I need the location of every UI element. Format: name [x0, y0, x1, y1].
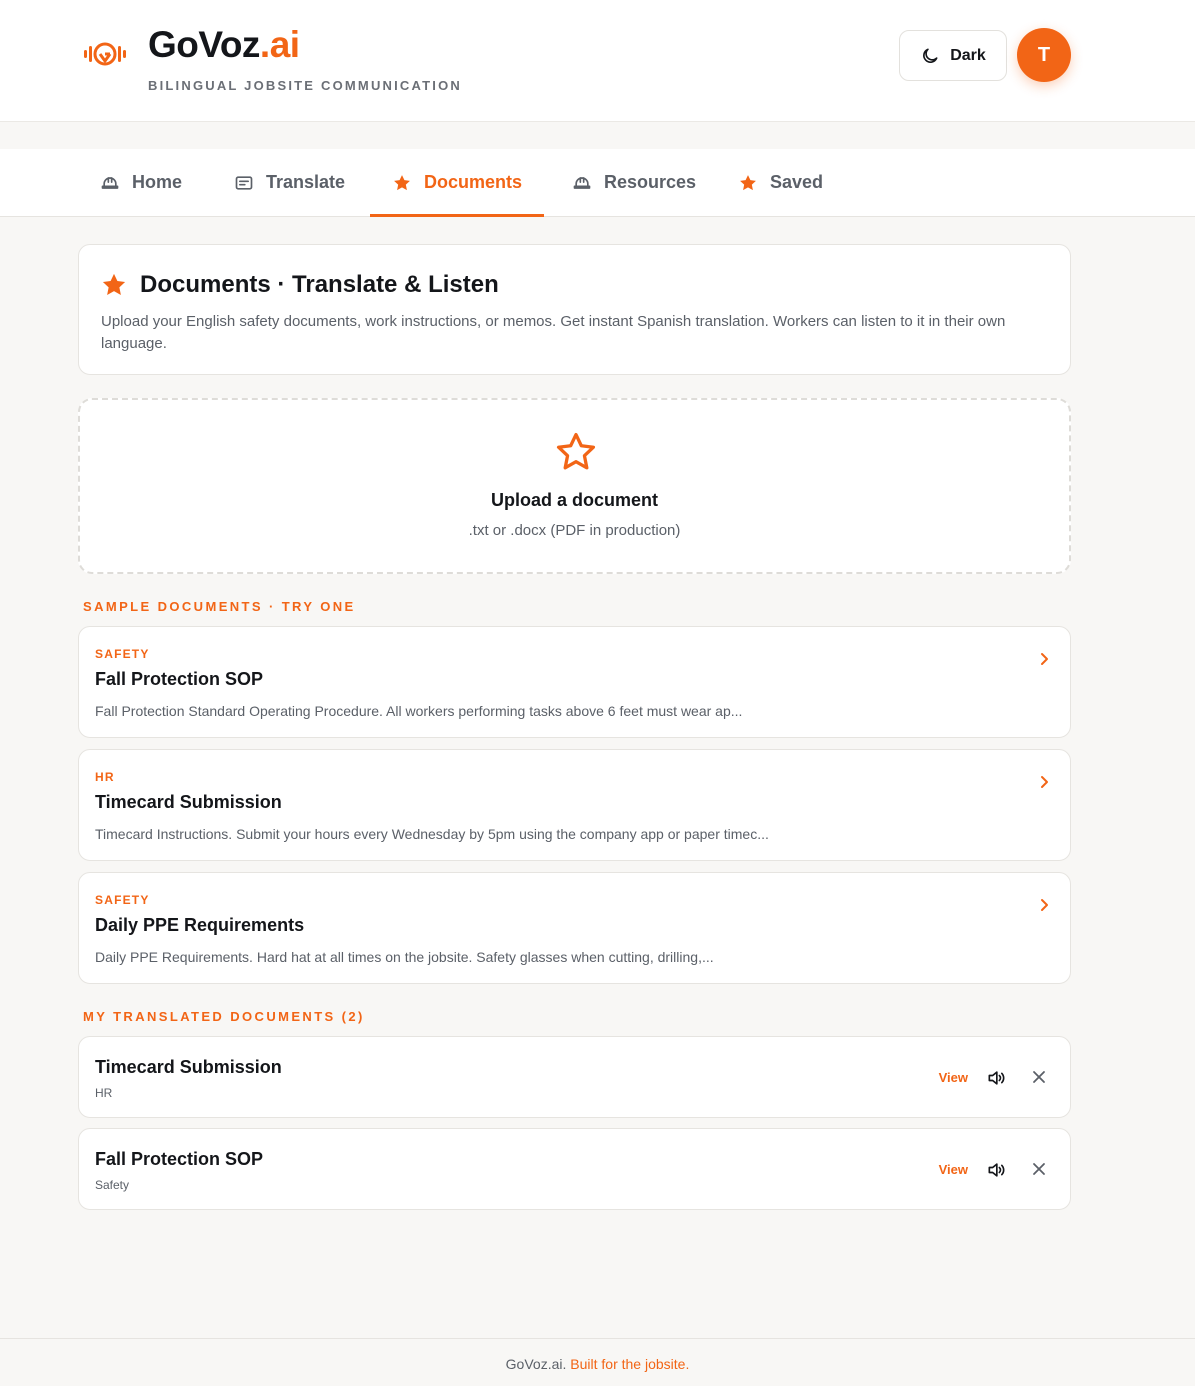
star-outline-icon [556, 432, 596, 470]
my-documents-label: MY TRANSLATED DOCUMENTS (2) [83, 1009, 365, 1024]
brand-suffix: .ai [259, 24, 300, 65]
tab-home-label: Home [132, 172, 183, 192]
tab-translate[interactable]: Translate [234, 149, 345, 216]
sample-excerpt: Fall Protection Standard Operating Proce… [95, 703, 743, 719]
speaker-icon[interactable] [986, 1068, 1006, 1088]
translated-category: Safety [95, 1178, 130, 1192]
chevron-right-icon [1041, 653, 1048, 665]
translated-category: HR [95, 1086, 113, 1100]
sample-document-item[interactable]: HR Timecard Submission Timecard Instruct… [78, 749, 1071, 861]
brand-wordmark: GoVoz.ai [148, 24, 300, 66]
sample-title: Daily PPE Requirements [95, 915, 305, 935]
footer: GoVoz.ai. Built for the jobsite. [0, 1338, 1195, 1386]
close-icon[interactable] [1031, 1161, 1047, 1177]
hardhat-icon [101, 176, 119, 189]
tab-saved[interactable]: Saved [738, 149, 823, 216]
tab-home[interactable]: Home [100, 149, 182, 216]
tab-resources[interactable]: Resources [572, 149, 696, 216]
page-title: Documents · Translate & Listen [100, 271, 499, 299]
tab-documents-label: Documents [424, 172, 523, 192]
moon-icon [923, 48, 938, 63]
dark-mode-label: Dark [950, 46, 986, 64]
sample-title: Timecard Submission [95, 792, 282, 812]
upload-subtitle: .txt or .docx (PDF in production) [468, 522, 681, 539]
sample-documents-label: SAMPLE DOCUMENTS · TRY ONE [83, 599, 356, 614]
footer-brand: GoVoz.ai. [505, 1356, 567, 1372]
tab-documents[interactable]: Documents [369, 149, 545, 217]
sample-category: SAFETY [95, 893, 150, 907]
star-icon [740, 174, 756, 190]
hardhat-icon [573, 176, 591, 189]
sample-document-item[interactable]: SAFETY Daily PPE Requirements Daily PPE … [78, 872, 1071, 984]
document-icon [235, 175, 253, 190]
dark-mode-toggle[interactable]: Dark [899, 30, 1007, 81]
upload-dropzone[interactable]: Upload a document .txt or .docx (PDF in … [78, 398, 1071, 574]
documents-intro-card: Documents · Translate & Listen Upload yo… [78, 244, 1071, 375]
view-button[interactable]: View [939, 1162, 968, 1177]
sample-category: SAFETY [95, 647, 150, 661]
app-header: GoVoz.ai BILINGUAL JOBSITE COMMUNICATION… [0, 0, 1195, 122]
page-description: Upload your English safety documents, wo… [101, 313, 1006, 352]
sample-document-item[interactable]: SAFETY Fall Protection SOP Fall Protecti… [78, 626, 1071, 738]
main-nav: Home Translate Documents Resources Saved [0, 149, 1195, 217]
translated-document-item: Fall Protection SOP Safety View [78, 1128, 1071, 1210]
chevron-right-icon [1041, 899, 1048, 911]
tab-saved-label: Saved [770, 172, 824, 192]
footer-tagline: Built for the jobsite. [570, 1356, 690, 1372]
sample-title: Fall Protection SOP [95, 669, 264, 689]
logo-icon [84, 42, 126, 66]
translated-title: Timecard Submission [95, 1057, 282, 1077]
view-button[interactable]: View [939, 1070, 968, 1085]
sample-category: HR [95, 770, 115, 784]
sample-excerpt: Timecard Instructions. Submit your hours… [95, 826, 769, 842]
translated-document-item: Timecard Submission HR View [78, 1036, 1071, 1118]
speaker-icon[interactable] [986, 1160, 1006, 1180]
brand-main: GoVoz [148, 24, 260, 65]
tagline: BILINGUAL JOBSITE COMMUNICATION [148, 78, 462, 93]
close-icon[interactable] [1031, 1069, 1047, 1085]
translated-title: Fall Protection SOP [95, 1149, 264, 1169]
upload-title: Upload a document [490, 490, 658, 510]
tab-resources-label: Resources [604, 172, 697, 192]
sample-excerpt: Daily PPE Requirements. Hard hat at all … [95, 949, 714, 965]
chevron-right-icon [1041, 776, 1048, 788]
page-title-text: Documents · Translate & Listen [140, 271, 499, 298]
star-icon [394, 174, 410, 190]
star-icon [102, 273, 126, 296]
avatar[interactable]: T [1017, 28, 1071, 82]
tab-translate-label: Translate [266, 172, 346, 192]
